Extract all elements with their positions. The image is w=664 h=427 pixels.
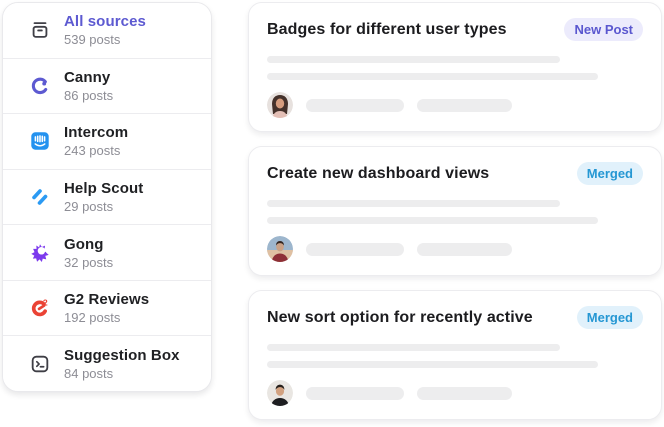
archive-icon: [29, 19, 51, 41]
gong-icon: [29, 242, 51, 264]
skeleton-meta-bar: [306, 386, 404, 400]
sidebar-item-all-sources[interactable]: All sources 539 posts: [3, 3, 211, 58]
source-label: Gong: [64, 235, 104, 253]
source-label: Suggestion Box: [64, 346, 180, 364]
svg-text:2: 2: [43, 298, 48, 308]
terminal-icon: [29, 353, 51, 375]
post-card[interactable]: Badges for different user types New Post: [248, 2, 662, 132]
skeleton-text-bar: [267, 361, 598, 368]
canny-icon: [29, 75, 51, 97]
feedback-sources-screen: All sources 539 posts Canny 86 posts Int…: [0, 0, 664, 427]
g2-icon: 2: [29, 297, 51, 319]
post-card[interactable]: Create new dashboard views Merged: [248, 146, 662, 276]
avatar-woman: [267, 92, 293, 118]
skeleton-text-bar: [267, 200, 561, 207]
sidebar-item-suggestion-box[interactable]: Suggestion Box 84 posts: [3, 335, 211, 391]
posts-list: Badges for different user types New Post: [248, 2, 662, 420]
skeleton-meta-bar: [306, 242, 404, 256]
avatar-man-dark-shirt: [267, 380, 293, 406]
source-label: Intercom: [64, 124, 129, 142]
sidebar-item-g2-reviews[interactable]: 2 G2 Reviews 192 posts: [3, 279, 211, 336]
skeleton-meta-bar: [417, 242, 512, 256]
skeleton-meta-bar: [417, 386, 512, 400]
sidebar-item-canny[interactable]: Canny 86 posts: [3, 57, 211, 114]
source-label: Canny: [64, 68, 111, 86]
intercom-icon: [29, 130, 51, 152]
status-badge: Merged: [576, 162, 643, 185]
sidebar-item-gong[interactable]: Gong 32 posts: [3, 224, 211, 280]
status-badge: New Post: [564, 18, 643, 41]
source-count: 539 posts: [64, 32, 121, 48]
post-card[interactable]: New sort option for recently active Merg…: [248, 290, 662, 420]
sources-sidebar: All sources 539 posts Canny 86 posts Int…: [2, 2, 212, 392]
post-title: New sort option for recently active: [267, 308, 533, 326]
source-label: All sources: [64, 13, 146, 31]
source-count: 29 posts: [64, 199, 114, 215]
skeleton-meta-bar: [306, 98, 404, 112]
skeleton-text-bar: [267, 344, 561, 351]
post-title: Badges for different user types: [267, 20, 507, 38]
source-count: 243 posts: [64, 143, 121, 159]
sidebar-item-help-scout[interactable]: Help Scout 29 posts: [3, 168, 211, 225]
source-label: G2 Reviews: [64, 291, 150, 309]
status-badge: Merged: [576, 306, 643, 329]
skeleton-text-bar: [267, 73, 598, 80]
source-label: Help Scout: [64, 180, 144, 198]
skeleton-text-bar: [267, 217, 598, 224]
source-count: 32 posts: [64, 254, 114, 270]
skeleton-text-bar: [267, 56, 561, 63]
post-title: Create new dashboard views: [267, 164, 490, 182]
sidebar-item-intercom[interactable]: Intercom 243 posts: [3, 113, 211, 169]
source-count: 192 posts: [64, 310, 121, 326]
skeleton-meta-bar: [417, 98, 512, 112]
source-count: 84 posts: [64, 365, 114, 381]
helpscout-icon: [29, 186, 51, 208]
source-count: 86 posts: [64, 87, 114, 103]
avatar-man-red-shirt: [267, 236, 293, 262]
